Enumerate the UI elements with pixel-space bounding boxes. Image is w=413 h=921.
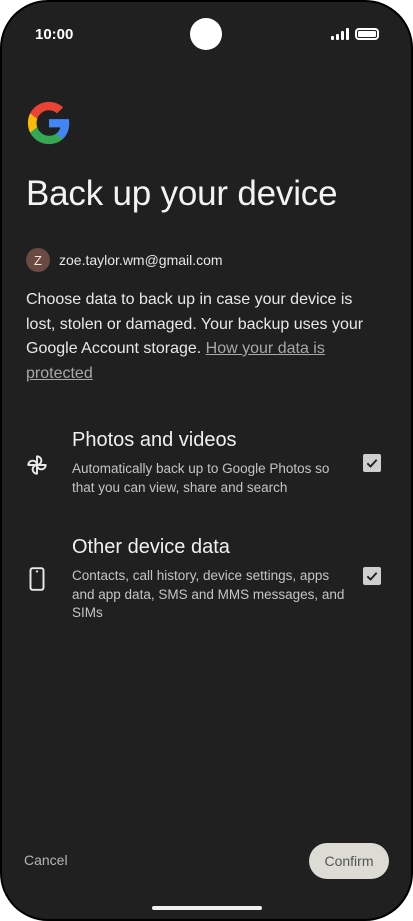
other-device-data-checkbox[interactable] — [363, 567, 381, 585]
battery-icon — [355, 28, 379, 40]
signal-icon — [331, 28, 349, 40]
status-time: 10:00 — [35, 26, 74, 43]
camera-cutout — [190, 18, 222, 50]
description: Choose data to back up in case your devi… — [26, 288, 386, 386]
option-photos-videos[interactable]: Photos and videos Automatically back up … — [2, 427, 411, 507]
option-other-device-data[interactable]: Other device data Contacts, call history… — [2, 534, 411, 624]
photos-videos-checkbox[interactable] — [363, 454, 381, 472]
check-icon — [366, 572, 378, 581]
check-icon — [366, 459, 378, 468]
account-email: zoe.taylor.wm@gmail.com — [59, 252, 223, 268]
phone-icon — [29, 567, 45, 591]
avatar: Z — [26, 248, 50, 272]
status-icons — [331, 28, 379, 40]
pinwheel-icon — [27, 455, 47, 475]
option-subtitle: Automatically back up to Google Photos s… — [72, 461, 330, 495]
phone-frame: 10:00 Back up your device Z zoe.taylor.w… — [0, 0, 413, 921]
cancel-button[interactable]: Cancel — [24, 852, 68, 868]
account-chip: Z zoe.taylor.wm@gmail.com — [26, 248, 223, 272]
screen: 10:00 Back up your device Z zoe.taylor.w… — [2, 2, 411, 919]
option-title: Photos and videos — [72, 429, 237, 451]
google-logo — [27, 101, 70, 145]
option-title: Other device data — [72, 536, 230, 558]
page-title: Back up your device — [26, 174, 338, 213]
home-indicator[interactable] — [152, 906, 262, 910]
option-subtitle: Contacts, call history, device settings,… — [72, 568, 345, 620]
confirm-button[interactable]: Confirm — [309, 843, 389, 879]
